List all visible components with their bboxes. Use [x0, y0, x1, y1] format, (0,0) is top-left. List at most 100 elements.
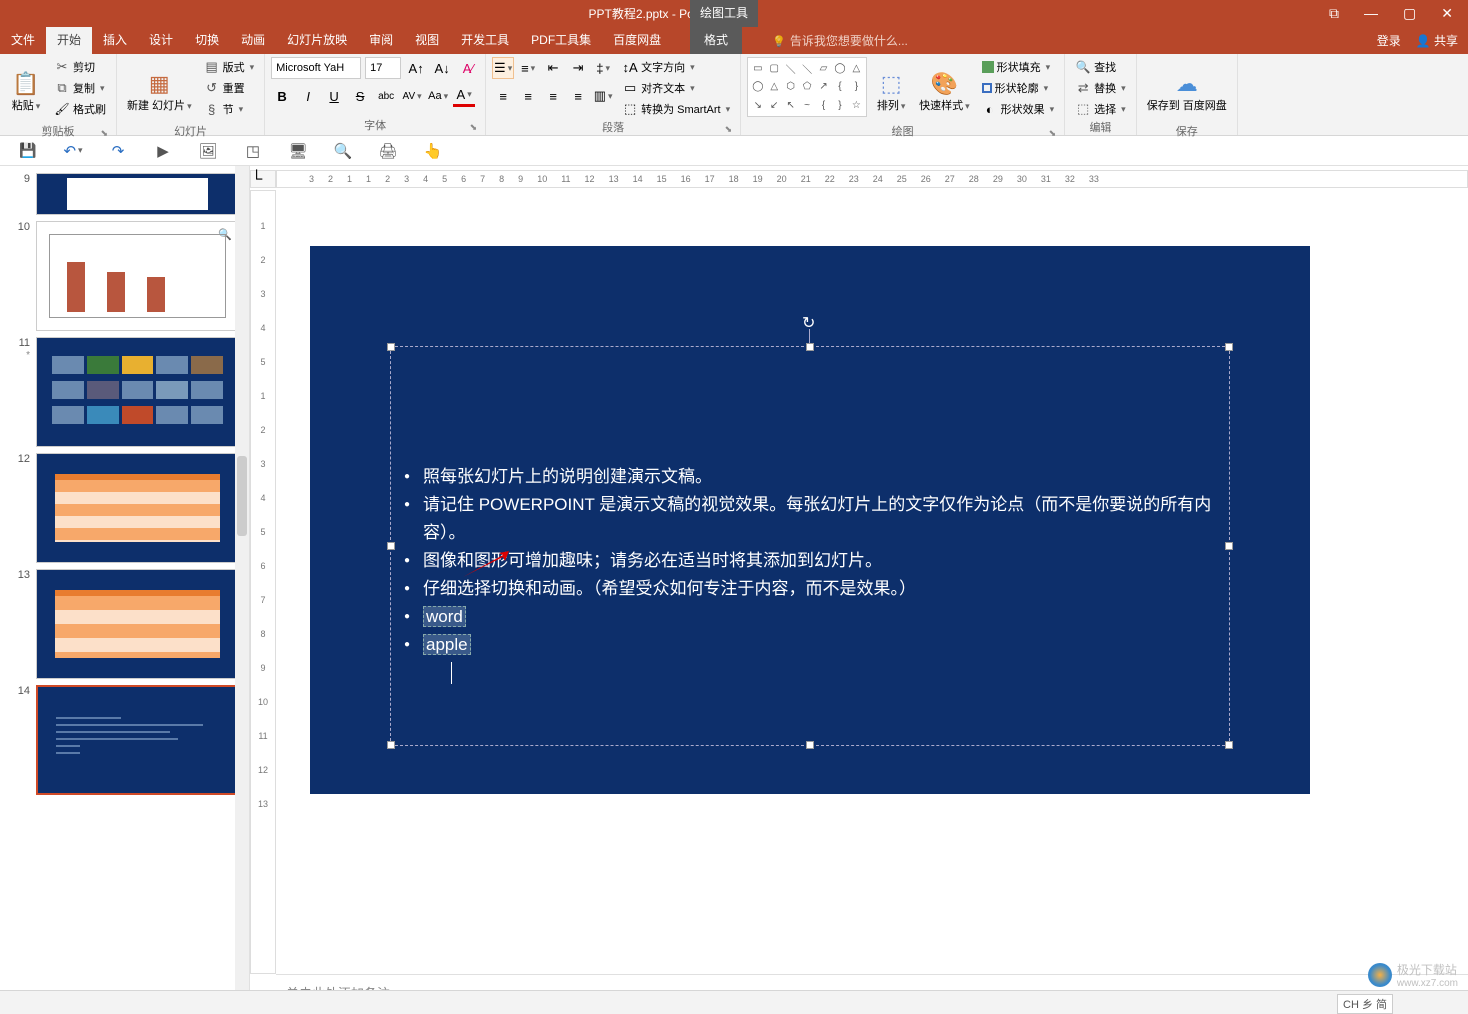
qat-print-button[interactable]: 🖨 [378, 141, 398, 161]
new-slide-button[interactable]: 新建 幻灯片 [123, 57, 196, 123]
tab-insert[interactable]: 插入 [92, 27, 138, 54]
qat-preview-button[interactable]: 🔍 [333, 141, 353, 161]
align-center-button[interactable]: ≡ [517, 85, 539, 107]
thumbnail-scrollbar[interactable] [235, 166, 249, 1014]
bullet-item[interactable]: 图像和图形可增加趣味；请务必在适当时将其添加到幻灯片。 [401, 547, 1219, 575]
font-name-input[interactable] [271, 57, 361, 79]
tab-animation[interactable]: 动画 [230, 27, 276, 54]
bullet-item[interactable]: 仔细选择切换和动画。（希望受众如何专注于内容，而不是效果。） [401, 575, 1219, 603]
window-maximize-icon[interactable]: ▢ [1403, 5, 1416, 22]
window-close-icon[interactable]: ✕ [1441, 5, 1453, 22]
resize-handle[interactable] [387, 741, 395, 749]
resize-handle[interactable] [387, 542, 395, 550]
tab-file[interactable]: 文件 [0, 27, 46, 54]
share-button[interactable]: 👤 共享 [1416, 32, 1458, 49]
tab-format[interactable]: 格式 [690, 27, 742, 54]
arrange-button[interactable]: 排列 [871, 57, 911, 123]
shape-outline-button[interactable]: 形状轮廓 [978, 78, 1059, 98]
decrease-indent-button[interactable]: ⇤ [542, 57, 564, 79]
bullet-item[interactable]: word [401, 603, 1219, 631]
align-left-button[interactable]: ≡ [492, 85, 514, 107]
tab-pdftools[interactable]: PDF工具集 [520, 27, 602, 54]
layout-button[interactable]: 版式 [200, 57, 259, 77]
cut-button[interactable]: 剪切 [50, 57, 110, 77]
font-size-input[interactable] [365, 57, 401, 79]
underline-button[interactable]: U [323, 85, 345, 107]
qat-start-button[interactable]: ▶ [153, 141, 173, 161]
columns-button[interactable]: ▥ [592, 85, 614, 107]
decrease-font-button[interactable]: A↓ [431, 57, 453, 79]
tab-review[interactable]: 审阅 [358, 27, 404, 54]
paragraph-dialog-launcher[interactable]: ⬊ [725, 124, 733, 135]
find-button[interactable]: 查找 [1071, 57, 1130, 77]
paste-button[interactable]: 粘贴 [6, 57, 46, 123]
shadow-button[interactable]: abc [375, 85, 397, 107]
vertical-ruler[interactable]: 1234512345678910111213 [250, 190, 276, 974]
tab-transition[interactable]: 切换 [184, 27, 230, 54]
quick-styles-button[interactable]: 快速样式 [915, 57, 974, 123]
text-direction-button[interactable]: ↕A文字方向 [618, 57, 734, 77]
qat-redo-button[interactable] [108, 141, 128, 161]
numbering-button[interactable]: ≡ [517, 57, 539, 79]
strike-button[interactable]: S [349, 85, 371, 107]
reset-button[interactable]: 重置 [200, 78, 259, 98]
qat-touch-button[interactable]: 👆 [423, 141, 443, 161]
resize-handle[interactable] [387, 343, 395, 351]
align-right-button[interactable]: ≡ [542, 85, 564, 107]
format-painter-button[interactable]: 格式刷 [50, 99, 110, 119]
bold-button[interactable]: B [271, 85, 293, 107]
slide-canvas[interactable]: 照每张幻灯片上的说明创建演示文稿。请记住 POWERPOINT 是演示文稿的视觉… [310, 246, 1310, 794]
tab-developer[interactable]: 开发工具 [450, 27, 520, 54]
resize-handle[interactable] [806, 741, 814, 749]
tell-me-search[interactable]: 告诉我您想要做什么... [752, 32, 1377, 49]
increase-indent-button[interactable]: ⇥ [567, 57, 589, 79]
char-spacing-button[interactable]: AV [401, 85, 423, 107]
window-minimize-icon[interactable]: — [1364, 5, 1378, 22]
qat-present-button[interactable]: 🖥 [288, 141, 308, 161]
section-button[interactable]: 节 [200, 99, 259, 119]
bullet-item[interactable]: 请记住 POWERPOINT 是演示文稿的视觉效果。每张幻灯片上的文字仅作为论点… [401, 491, 1219, 547]
tab-home[interactable]: 开始 [46, 27, 92, 54]
drawing-dialog-launcher[interactable]: ⬊ [1049, 128, 1057, 139]
font-color-button[interactable]: A [453, 85, 475, 107]
change-case-button[interactable]: Aa [427, 85, 449, 107]
resize-handle[interactable] [1225, 542, 1233, 550]
smartart-button[interactable]: ⬚转换为 SmartArt [618, 99, 734, 119]
rotate-handle[interactable] [802, 313, 818, 329]
shape-effects-button[interactable]: ◐形状效果 [978, 99, 1059, 119]
qat-save-button[interactable] [18, 141, 38, 161]
font-dialog-launcher[interactable]: ⬊ [470, 122, 478, 133]
bullet-item[interactable]: apple [401, 631, 1219, 659]
align-text-button[interactable]: ▭对齐文本 [618, 78, 734, 98]
tab-design[interactable]: 设计 [138, 27, 184, 54]
italic-button[interactable]: I [297, 85, 319, 107]
content-textbox[interactable]: 照每张幻灯片上的说明创建演示文稿。请记住 POWERPOINT 是演示文稿的视觉… [390, 346, 1230, 746]
justify-button[interactable]: ≡ [567, 85, 589, 107]
bullets-button[interactable]: ☰ [492, 57, 514, 79]
line-spacing-button[interactable]: ‡ [592, 57, 614, 79]
tab-view[interactable]: 视图 [404, 27, 450, 54]
save-to-baidu-button[interactable]: 保存到 百度网盘 [1143, 57, 1231, 123]
shapes-gallery[interactable]: ▭▢＼＼▱◯△ ◯△⬡⬠↗{} ↘↙↖~{}☆ [747, 57, 867, 117]
tab-baidu[interactable]: 百度网盘 [602, 27, 672, 54]
shape-fill-button[interactable]: 形状填充 [978, 57, 1059, 77]
replace-button[interactable]: 替换 [1071, 78, 1130, 98]
clipboard-dialog-launcher[interactable]: ⬊ [100, 128, 108, 139]
select-button[interactable]: 选择 [1071, 99, 1130, 119]
resize-handle[interactable] [1225, 741, 1233, 749]
clear-format-button[interactable]: A⁄ [457, 57, 479, 79]
qat-object-button[interactable]: ◳ [243, 141, 263, 161]
resize-handle[interactable] [1225, 343, 1233, 351]
increase-font-button[interactable]: A↑ [405, 57, 427, 79]
thumbnail-pane[interactable]: 9 10 🔍 11* 12 13 [0, 166, 250, 1014]
ime-indicator[interactable]: CH 乡 简 [1337, 994, 1393, 1014]
qat-picture-button[interactable]: 🖼 [198, 141, 218, 161]
login-link[interactable]: 登录 [1377, 32, 1401, 49]
bullet-item[interactable]: 照每张幻灯片上的说明创建演示文稿。 [401, 463, 1219, 491]
horizontal-ruler[interactable]: 3211234567891011121314151617181920212223… [276, 170, 1468, 188]
copy-button[interactable]: 复制 [50, 78, 110, 98]
resize-handle[interactable] [806, 343, 814, 351]
qat-undo-button[interactable] [63, 141, 83, 161]
ribbon-collapse-icon[interactable]: ⧉ [1329, 5, 1339, 22]
tab-slideshow[interactable]: 幻灯片放映 [276, 27, 358, 54]
